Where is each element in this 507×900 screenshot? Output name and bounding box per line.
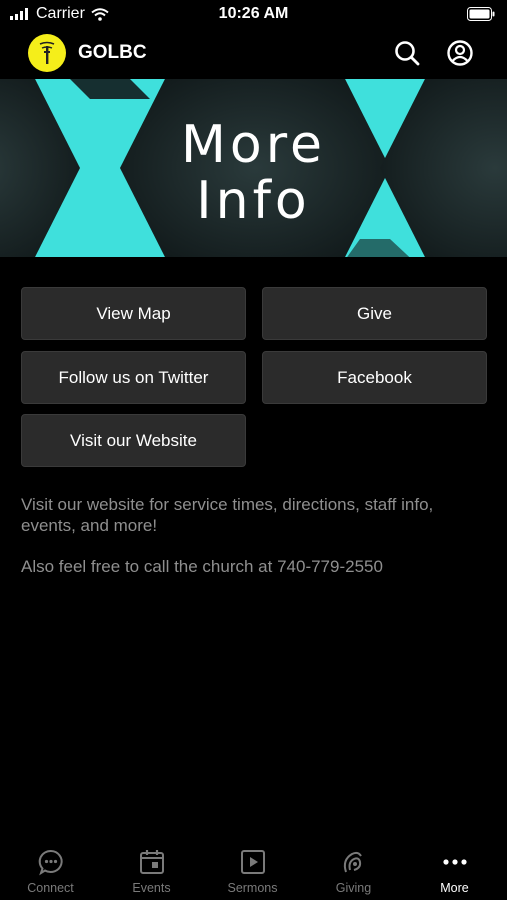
- info-paragraph-1: Visit our website for service times, dir…: [21, 495, 434, 535]
- chat-bubble-icon: [0, 846, 101, 878]
- logo-figure-icon: [39, 41, 55, 64]
- status-bar: Carrier 10:26 AM: [0, 0, 507, 30]
- tab-more[interactable]: More: [404, 846, 505, 895]
- twitter-button[interactable]: Follow us on Twitter: [21, 351, 246, 404]
- calendar-icon: [101, 846, 202, 878]
- battery-icon: [467, 7, 495, 26]
- tab-giving-label: Giving: [335, 881, 372, 895]
- tab-bar: Connect Events Sermons Giving More: [0, 840, 507, 900]
- tab-sermons-label: Sermons: [227, 881, 278, 895]
- more-info-banner: More Info: [0, 79, 507, 257]
- status-time: 10:26 AM: [218, 5, 289, 22]
- search-icon[interactable]: [392, 38, 422, 68]
- giving-icon: [303, 846, 404, 878]
- facebook-button[interactable]: Facebook: [262, 351, 487, 404]
- profile-icon[interactable]: [445, 38, 475, 68]
- more-dots-icon: [404, 846, 505, 878]
- tab-connect-label: Connect: [27, 881, 74, 895]
- tab-connect[interactable]: Connect: [0, 846, 101, 895]
- church-logo[interactable]: [28, 34, 66, 72]
- banner-title-line2: Info: [196, 171, 311, 231]
- tab-sermons[interactable]: Sermons: [202, 846, 303, 895]
- tab-events[interactable]: Events: [101, 846, 202, 895]
- app-title: GOLBC: [78, 42, 147, 63]
- play-icon: [202, 846, 303, 878]
- give-button[interactable]: Give: [262, 287, 487, 340]
- view-map-button[interactable]: View Map: [21, 287, 246, 340]
- banner-title-line1: More: [181, 115, 326, 175]
- info-paragraph-2: Also feel free to call the church at 740…: [21, 557, 383, 576]
- tab-events-label: Events: [132, 881, 171, 895]
- tab-more-label: More: [440, 881, 469, 895]
- app-header: GOLBC: [0, 30, 507, 78]
- website-button[interactable]: Visit our Website: [21, 414, 246, 467]
- tab-giving[interactable]: Giving: [303, 846, 404, 895]
